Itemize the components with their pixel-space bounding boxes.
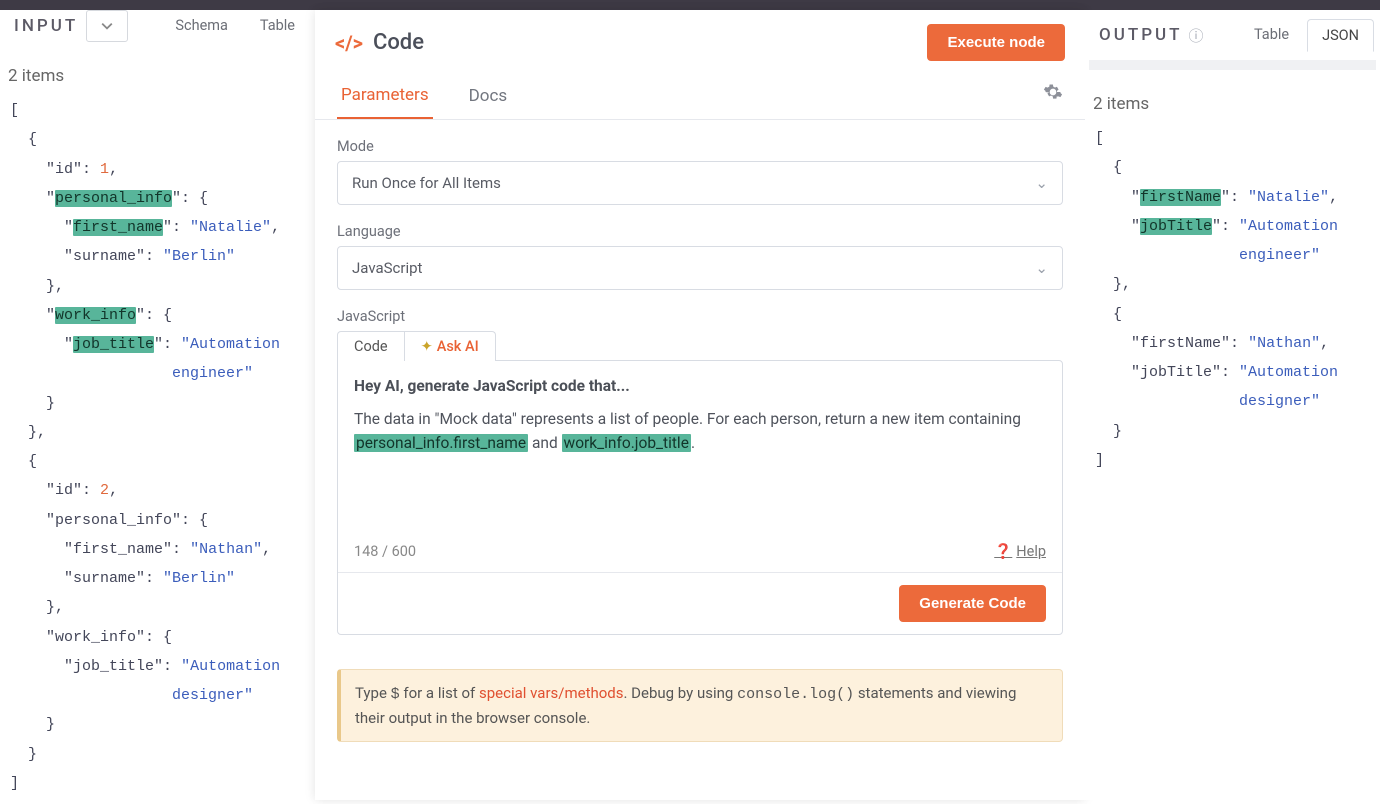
ai-prompt-heading: Hey AI, generate JavaScript code that... [338,361,1062,403]
help-label: Help [1016,543,1046,560]
output-tab-json[interactable]: JSON [1307,19,1374,52]
input-tab-table[interactable]: Table [246,10,309,42]
help-icon: ❓ [994,543,1012,560]
ai-body-pre: The data in "Mock data" represents a lis… [354,410,1021,428]
chevron-down-icon [101,20,113,32]
hint-mid1: for a list of [400,684,479,702]
input-title: INPUT [6,16,78,36]
ask-ai-input[interactable]: Hey AI, generate JavaScript code that...… [337,360,1063,635]
gear-icon [1043,82,1063,102]
output-pane: OUTPUT ⓘ Table JSON 2 items [ { "firstNa… [1085,10,1380,800]
output-tab-table[interactable]: Table [1240,19,1303,52]
input-source-dropdown[interactable] [86,10,128,42]
ai-hl1: personal_info.first_name [354,434,528,452]
input-json-view[interactable]: [ { "id": 1, "personal_info": { "first_n… [0,90,315,804]
input-items-count: 2 items [0,50,315,90]
output-scroll-track [1089,60,1376,70]
info-icon[interactable]: ⓘ [1189,25,1204,46]
tab-docs[interactable]: Docs [465,78,512,118]
output-title: OUTPUT [1091,25,1183,45]
tab-parameters[interactable]: Parameters [337,77,433,119]
hint-code: console.log() [737,686,854,703]
help-link[interactable]: ❓Help [994,543,1046,560]
code-subtab[interactable]: Code [337,331,405,361]
chevron-down-icon: ⌄ [1035,174,1048,192]
char-counter: 148 / 600 [354,543,416,560]
mode-label: Mode [337,138,1063,155]
generate-code-button[interactable]: Generate Code [899,585,1046,622]
hint-pre: Type [355,684,391,702]
ai-body-post: . [691,434,695,452]
execute-node-button[interactable]: Execute node [927,24,1065,61]
language-value: JavaScript [352,259,422,277]
output-items-count: 2 items [1085,78,1380,118]
input-pane: INPUT Schema Table 2 items [ { "id": 1, … [0,10,315,800]
settings-button[interactable] [1043,82,1063,115]
ai-prompt-body: The data in "Mock data" represents a lis… [338,403,1062,463]
hint-banner: Type $ for a list of special vars/method… [337,669,1063,742]
language-select[interactable]: JavaScript ⌄ [337,246,1063,290]
ai-body-mid: and [528,434,561,452]
mode-select[interactable]: Run Once for All Items ⌄ [337,161,1063,205]
javascript-section: JavaScript Code ✦Ask AI Hey AI, generate… [337,308,1063,635]
ai-hl2: work_info.job_title [562,434,691,452]
hint-special-vars-link[interactable]: special vars/methods [479,684,624,702]
language-label: Language [337,223,1063,240]
hint-dollar: $ [391,686,400,703]
window-topbar [0,0,1380,10]
js-section-label: JavaScript [337,308,1063,325]
chevron-down-icon: ⌄ [1035,259,1048,277]
code-node-panel: </> Code Execute node Parameters Docs Mo… [315,10,1085,800]
input-tab-schema[interactable]: Schema [161,10,241,42]
hint-mid2: . Debug by using [624,684,738,702]
sparkle-icon: ✦ [421,338,433,355]
mode-value: Run Once for All Items [352,174,501,192]
output-json-view[interactable]: [ { "firstName": "Natalie", "jobTitle": … [1085,118,1380,481]
node-title: Code [373,30,424,55]
askai-subtab[interactable]: ✦Ask AI [405,331,496,361]
askai-label: Ask AI [437,338,479,355]
language-field: Language JavaScript ⌄ [337,223,1063,290]
mode-field: Mode Run Once for All Items ⌄ [337,138,1063,205]
code-icon: </> [335,31,363,55]
